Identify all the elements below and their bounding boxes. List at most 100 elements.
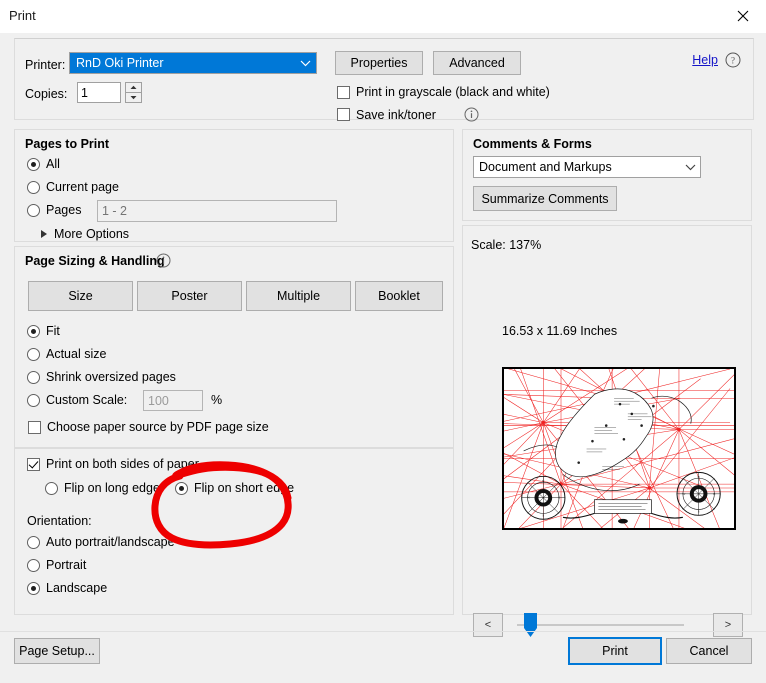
saveink-checkbox[interactable] [337, 108, 350, 121]
radio-flip-long-edge-label: Flip on long edge [64, 481, 160, 495]
previous-page-button[interactable]: < [473, 613, 503, 637]
radio-shrink-oversized[interactable] [27, 370, 40, 384]
paper-source-label: Choose paper source by PDF page size [47, 420, 269, 434]
info-icon[interactable] [156, 253, 171, 268]
radio-actual-size[interactable] [27, 347, 40, 361]
print-button[interactable]: Print [568, 637, 662, 665]
printer-select[interactable]: RnD Oki Printer [69, 52, 317, 74]
radio-flip-short-edge-label: Flip on short edge [194, 481, 295, 495]
paper-source-checkbox[interactable] [28, 420, 41, 434]
svg-text:E: E [713, 492, 715, 496]
booklet-button[interactable]: Booklet [355, 281, 443, 311]
footer-divider [0, 631, 766, 632]
radio-fit-row[interactable]: Fit [27, 324, 60, 338]
radio-custom-scale-label: Custom Scale: [46, 393, 128, 407]
radio-auto-orientation[interactable] [27, 535, 40, 549]
copies-stepper[interactable] [125, 82, 142, 103]
dialog-body: Printer: RnD Oki Printer Copies: 1 Prope… [0, 33, 766, 683]
radio-all-row[interactable]: All [27, 157, 60, 171]
page-dimensions-text: 16.53 x 11.69 Inches [502, 324, 618, 338]
printer-label: Printer: [25, 58, 66, 72]
page-preview-image: NS WE NS WE [502, 367, 736, 530]
radio-actual-size-label: Actual size [46, 347, 107, 361]
compass-rose-right: NS WE [676, 471, 721, 516]
percent-label: % [211, 393, 223, 407]
radio-flip-long-edge-row[interactable]: Flip on long edge [45, 481, 160, 495]
radio-shrink-row[interactable]: Shrink oversized pages [27, 370, 176, 384]
radio-custom-scale-row[interactable]: Custom Scale: [27, 393, 127, 407]
both-sides-checkbox[interactable] [27, 457, 40, 471]
comments-forms-title: Comments & Forms [473, 137, 592, 151]
radio-custom-scale[interactable] [27, 393, 40, 407]
radio-actual-size-row[interactable]: Actual size [27, 347, 106, 361]
radio-portrait-label: Portrait [46, 558, 87, 572]
comments-forms-select[interactable]: Document and Markups [473, 156, 701, 178]
radio-portrait-row[interactable]: Portrait [27, 558, 86, 572]
page-setup-button[interactable]: Page Setup... [14, 638, 100, 664]
question-mark-icon[interactable]: ? [725, 52, 741, 68]
advanced-button[interactable]: Advanced [433, 51, 521, 75]
radio-flip-short-edge-row[interactable]: Flip on short edge [175, 481, 294, 495]
page-slider-thumb[interactable] [523, 612, 538, 638]
grayscale-checkbox-row[interactable]: Print in grayscale (black and white) [337, 85, 550, 99]
radio-pages[interactable] [27, 203, 40, 217]
radio-current-page[interactable] [27, 180, 40, 194]
help-link[interactable]: Help [692, 53, 718, 67]
duplex-orientation-group: Print on both sides of paper Flip on lon… [14, 448, 454, 615]
svg-text:?: ? [731, 56, 735, 66]
properties-button[interactable]: Properties [335, 51, 423, 75]
next-page-button[interactable]: > [713, 613, 743, 637]
compass-rose-left: NS WE [521, 475, 566, 520]
size-button[interactable]: Size [28, 281, 133, 311]
multiple-button[interactable]: Multiple [246, 281, 351, 311]
scale-text: Scale: 137% [471, 238, 542, 252]
chevron-down-icon [294, 53, 316, 73]
saveink-label: Save ink/toner [356, 107, 436, 122]
print-dialog: Print Printer: RnD Oki Printer Copies: 1… [0, 0, 766, 683]
svg-text:W: W [682, 492, 685, 496]
copies-label: Copies: [25, 87, 68, 101]
printer-panel: Printer: RnD Oki Printer Copies: 1 Prope… [14, 38, 754, 122]
poster-button[interactable]: Poster [137, 281, 242, 311]
radio-pages-row[interactable]: Pages [27, 203, 81, 217]
both-sides-checkbox-row[interactable]: Print on both sides of paper [27, 457, 199, 471]
radio-landscape[interactable] [27, 581, 40, 595]
radio-fit[interactable] [27, 324, 40, 338]
saveink-checkbox-row[interactable]: Save ink/toner [337, 107, 479, 122]
summarize-comments-button[interactable]: Summarize Comments [473, 186, 617, 211]
radio-shrink-label: Shrink oversized pages [46, 370, 176, 384]
pages-range-input[interactable] [97, 200, 337, 222]
radio-landscape-row[interactable]: Landscape [27, 581, 107, 595]
printer-selected-value: RnD Oki Printer [76, 56, 164, 70]
radio-pages-label: Pages [46, 203, 82, 217]
copies-input[interactable] [77, 82, 121, 103]
triangle-right-icon [41, 230, 47, 238]
paper-source-checkbox-row[interactable]: Choose paper source by PDF page size [28, 420, 269, 434]
pages-to-print-title: Pages to Print [25, 137, 110, 151]
info-icon[interactable] [464, 107, 479, 122]
page-slider-track[interactable] [517, 624, 684, 626]
chevron-down-icon [680, 157, 700, 177]
radio-all-label: All [46, 157, 60, 171]
comments-forms-selected-value: Document and Markups [479, 160, 612, 174]
radio-auto-orientation-label: Auto portrait/landscape [46, 535, 175, 549]
radio-all[interactable] [27, 157, 40, 171]
more-options-toggle[interactable]: More Options [41, 227, 129, 241]
orientation-label: Orientation: [27, 514, 92, 528]
radio-flip-short-edge[interactable] [175, 481, 188, 495]
radio-auto-orientation-row[interactable]: Auto portrait/landscape [27, 535, 175, 549]
radio-portrait[interactable] [27, 558, 40, 572]
close-icon [737, 10, 749, 22]
grayscale-checkbox[interactable] [337, 85, 350, 99]
close-button[interactable] [720, 0, 766, 31]
page-sizing-title: Page Sizing & Handling [25, 254, 165, 268]
radio-current-page-row[interactable]: Current page [27, 180, 119, 194]
copies-decrement-button[interactable] [125, 93, 142, 103]
custom-scale-input[interactable] [143, 390, 203, 411]
comments-forms-group: Comments & Forms Document and Markups Su… [462, 129, 752, 221]
radio-flip-long-edge[interactable] [45, 481, 58, 495]
copies-increment-button[interactable] [125, 82, 142, 93]
cancel-button[interactable]: Cancel [666, 638, 752, 664]
svg-text:S: S [698, 509, 700, 513]
svg-text:E: E [558, 496, 560, 500]
